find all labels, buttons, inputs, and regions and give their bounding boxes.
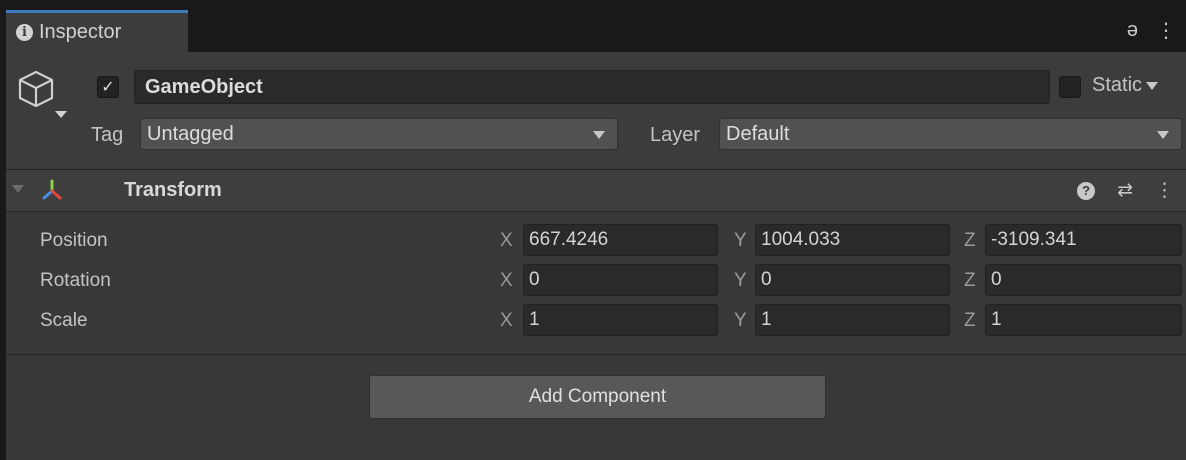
kebab-menu-icon[interactable]: ⋮ <box>1156 18 1176 43</box>
help-icon[interactable]: ? <box>1077 181 1096 200</box>
rotation-z-label[interactable]: Z <box>964 270 976 292</box>
scale-x-field[interactable]: 1 <box>523 304 718 336</box>
position-x-field[interactable]: 667.4246 <box>523 224 718 256</box>
chevron-down-icon <box>1157 131 1169 139</box>
layer-label: Layer <box>650 124 701 146</box>
presets-icon[interactable]: ⇄ <box>1117 179 1133 202</box>
rotation-y-field[interactable]: 0 <box>755 264 950 296</box>
rotation-x-field[interactable]: 0 <box>523 264 718 296</box>
tab-inspector[interactable]: i Inspector <box>6 10 188 52</box>
component-header-controls: ? ⇄ ⋮ <box>1077 179 1174 202</box>
position-z-label[interactable]: Z <box>964 230 976 252</box>
position-x-label[interactable]: X <box>500 230 513 252</box>
scale-y-field[interactable]: 1 <box>755 304 950 336</box>
position-y-label[interactable]: Y <box>734 230 747 252</box>
tag-value: Untagged <box>147 122 234 145</box>
info-icon: i <box>16 24 33 41</box>
add-component-button[interactable]: Add Component <box>369 375 826 419</box>
static-dropdown[interactable]: Static <box>1092 74 1159 97</box>
rotation-label: Rotation <box>40 270 111 291</box>
scale-y-label[interactable]: Y <box>734 310 747 332</box>
component-divider <box>6 354 1186 355</box>
gameobject-name-field[interactable]: GameObject <box>134 70 1050 104</box>
active-checkbox[interactable]: ✓ <box>97 76 119 98</box>
layer-dropdown[interactable]: Default <box>719 118 1182 150</box>
layer-value: Default <box>726 122 790 145</box>
chevron-down-icon <box>593 131 605 139</box>
scale-x-label[interactable]: X <box>500 310 513 332</box>
window-titlebar: i Inspector ə ⋮ <box>6 10 1186 52</box>
inspector-panel: ✓ GameObject Static Tag Untagged Layer D… <box>6 52 1186 460</box>
lock-icon[interactable]: ə <box>1127 19 1138 42</box>
rotation-x-label[interactable]: X <box>500 270 513 292</box>
gameobject-header: ✓ GameObject Static Tag Untagged Layer D… <box>6 52 1186 170</box>
window-controls: ə ⋮ <box>1127 18 1176 43</box>
scale-z-field[interactable]: 1 <box>985 304 1182 336</box>
chevron-down-icon <box>1146 81 1159 90</box>
position-y-field[interactable]: 1004.033 <box>755 224 950 256</box>
rotation-y-label[interactable]: Y <box>734 270 747 292</box>
kebab-menu-icon[interactable]: ⋮ <box>1155 179 1174 202</box>
scale-z-label[interactable]: Z <box>964 310 976 332</box>
cube-icon[interactable] <box>14 67 58 111</box>
static-label: Static <box>1092 74 1143 96</box>
rotation-z-field[interactable]: 0 <box>985 264 1182 296</box>
transform-axes-icon <box>42 179 62 200</box>
position-label: Position <box>40 230 108 251</box>
tag-label: Tag <box>91 124 124 146</box>
icon-picker-caret-icon[interactable] <box>55 111 67 118</box>
tag-dropdown[interactable]: Untagged <box>140 118 618 150</box>
position-z-field[interactable]: -3109.341 <box>985 224 1182 256</box>
scale-label: Scale <box>40 310 88 331</box>
foldout-arrow-icon[interactable] <box>12 185 24 193</box>
static-checkbox[interactable] <box>1059 76 1081 98</box>
component-title: Transform <box>124 179 222 201</box>
tab-inspector-label: Inspector <box>39 21 122 43</box>
transform-component-header[interactable]: Transform ? ⇄ ⋮ <box>6 170 1186 212</box>
